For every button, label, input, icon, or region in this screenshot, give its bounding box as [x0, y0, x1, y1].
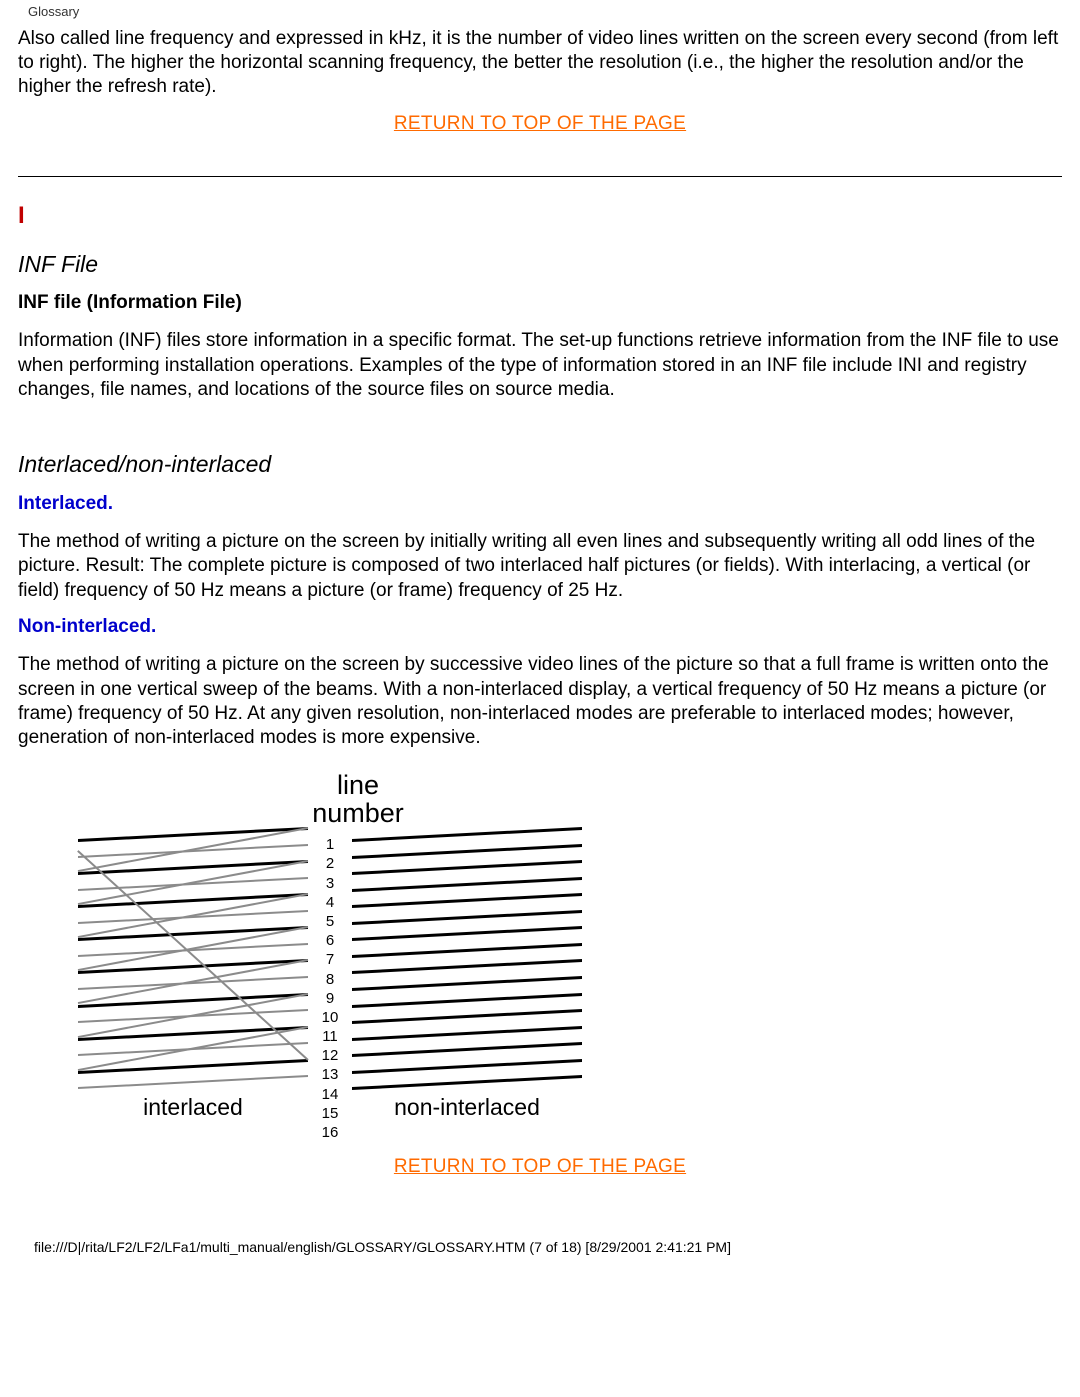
section-divider [18, 176, 1062, 177]
line-number: 13 [308, 1065, 352, 1084]
return-to-top-anchor-2[interactable]: RETURN TO TOP OF THE PAGE [394, 1156, 686, 1177]
line-number: 11 [308, 1027, 352, 1046]
line-number: 16 [308, 1123, 352, 1142]
line-number: 7 [308, 950, 352, 969]
diagram-heading: line number [78, 771, 638, 828]
return-to-top-link-1[interactable]: RETURN TO TOP OF THE PAGE [18, 112, 1062, 136]
line-number: 10 [308, 1008, 352, 1027]
interlaced-caption: interlaced [78, 1093, 308, 1122]
inf-file-title: INF File [18, 250, 1062, 279]
line-number: 4 [308, 893, 352, 912]
line-number: 5 [308, 912, 352, 931]
diagram-heading-line1: line [337, 770, 379, 800]
noninterlaced-paragraph: The method of writing a picture on the s… [18, 653, 1062, 750]
return-to-top-anchor[interactable]: RETURN TO TOP OF THE PAGE [394, 113, 686, 134]
line-number: 1 [308, 835, 352, 854]
return-to-top-link-2[interactable]: RETURN TO TOP OF THE PAGE [18, 1155, 1062, 1179]
diagram-heading-line2: number [312, 798, 404, 828]
line-number: 2 [308, 854, 352, 873]
inf-file-subtitle: INF file (Information File) [18, 291, 1062, 315]
interlaced-paragraph: The method of writing a picture on the s… [18, 530, 1062, 603]
noninterlaced-caption: non-interlaced [352, 1093, 582, 1122]
intro-paragraph: Also called line frequency and expressed… [18, 27, 1062, 100]
section-letter-i: I [18, 201, 1062, 232]
breadcrumb: Glossary [28, 4, 1062, 21]
line-number: 12 [308, 1046, 352, 1065]
line-number: 3 [308, 874, 352, 893]
footer-file-path: file:///D|/rita/LF2/LF2/LFa1/multi_manua… [34, 1239, 1062, 1257]
line-number: 8 [308, 970, 352, 989]
interlaced-subheading: Interlaced. [18, 492, 1062, 516]
line-number: 9 [308, 989, 352, 1008]
noninterlaced-subheading: Non-interlaced. [18, 615, 1062, 639]
line-number: 6 [308, 931, 352, 950]
interlaced-title: Interlaced/non-interlaced [18, 450, 1062, 479]
noninterlaced-panel [352, 833, 582, 1083]
inf-file-paragraph: Information (INF) files store informatio… [18, 329, 1062, 402]
interlace-diagram: line number 12345678910111213141516 inte… [78, 771, 638, 1123]
interlaced-panel [78, 833, 308, 1083]
line-number-column: 12345678910111213141516 [308, 833, 352, 1083]
